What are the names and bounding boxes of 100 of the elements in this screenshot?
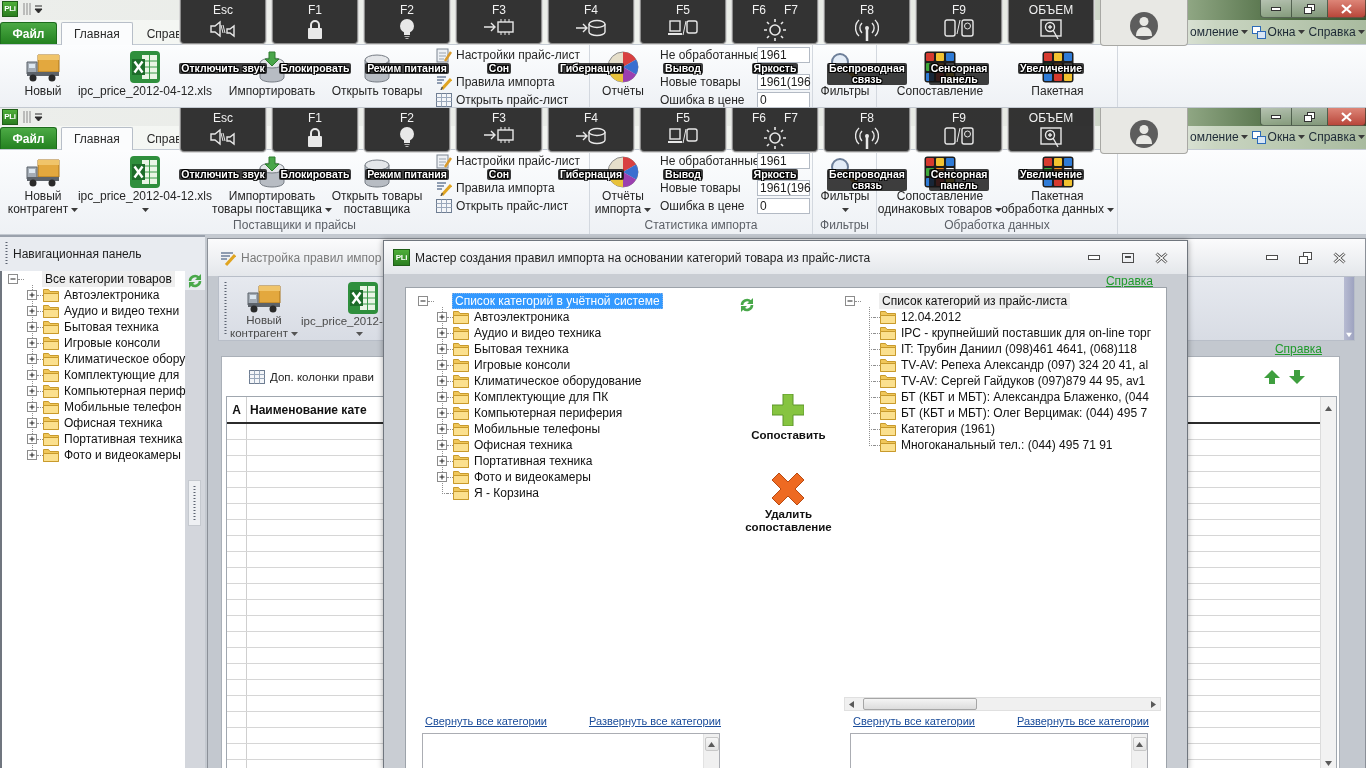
menu-button[interactable]: омление bbox=[1188, 21, 1250, 43]
expand-icon[interactable] bbox=[27, 450, 37, 460]
expand-icon[interactable] bbox=[27, 402, 37, 412]
tree-item[interactable]: Игровые консоли bbox=[471, 357, 574, 373]
tree-item[interactable]: Аудио и видео техни bbox=[61, 303, 183, 319]
close-button[interactable] bbox=[1328, 108, 1366, 126]
ribbon-button[interactable]: Правила импорта bbox=[434, 74, 582, 90]
collapse-icon[interactable] bbox=[845, 296, 855, 306]
minimize-button[interactable] bbox=[1260, 0, 1292, 18]
tree-link[interactable]: Свернуть все категории bbox=[853, 715, 975, 727]
collapse-icon[interactable] bbox=[418, 296, 428, 306]
ribbon-button[interactable]: Отчёты bbox=[602, 85, 644, 98]
count-field[interactable]: 1961 bbox=[757, 47, 810, 63]
restore-button[interactable] bbox=[1292, 108, 1328, 126]
expand-icon[interactable] bbox=[27, 306, 37, 316]
scroll-up-icon[interactable] bbox=[708, 740, 715, 748]
expand-icon[interactable] bbox=[437, 424, 447, 434]
expand-icon[interactable] bbox=[27, 354, 37, 364]
unmatch-button[interactable]: Удалить сопоставление bbox=[745, 473, 832, 534]
ribbon-button[interactable]: Настройки прайс-лист bbox=[434, 153, 582, 169]
tree-item[interactable]: TV-AV: Репеха Александр (097) 324 20 41, al bbox=[898, 357, 1152, 373]
column-header[interactable]: Наименование кате bbox=[250, 397, 367, 422]
match-button[interactable]: Сопоставить bbox=[751, 394, 826, 442]
tree-item[interactable]: Комплектующие для ПК bbox=[471, 389, 612, 405]
up-arrow-icon[interactable] bbox=[1264, 369, 1280, 384]
restore-button[interactable] bbox=[1292, 0, 1328, 18]
ribbon-button[interactable]: Настройки прайс-лист bbox=[434, 47, 582, 63]
collapse-icon[interactable] bbox=[8, 274, 18, 284]
minimize-button[interactable] bbox=[1260, 108, 1292, 126]
expand-icon[interactable] bbox=[27, 290, 37, 300]
toolbar-button[interactable]: ipc_price_2012- bbox=[298, 277, 384, 340]
ribbon-tab[interactable]: Главная bbox=[61, 127, 133, 150]
ribbon-button[interactable]: Импортировать bbox=[228, 85, 316, 98]
expand-icon[interactable] bbox=[437, 344, 447, 354]
menu-button[interactable]: Справка bbox=[1306, 126, 1366, 148]
ribbon-button[interactable]: Правила импорта bbox=[434, 180, 582, 196]
ribbon-button[interactable]: Открыть товары поставщика bbox=[331, 190, 423, 216]
ribbon-button[interactable]: Фильтры bbox=[820, 190, 870, 216]
close-button[interactable] bbox=[1328, 0, 1366, 18]
ribbon-button[interactable]: Новый контрагент bbox=[7, 190, 79, 216]
tree-item[interactable]: Автоэлектроника bbox=[471, 309, 573, 325]
tree-item[interactable]: Мобильные телефоны bbox=[471, 421, 603, 437]
expand-icon[interactable] bbox=[437, 328, 447, 338]
tree-item[interactable]: Список категорий из прайс-листа bbox=[879, 293, 1071, 309]
expand-icon[interactable] bbox=[437, 456, 447, 466]
count-field[interactable]: 1961(196 bbox=[757, 180, 810, 196]
vertical-scrollbar[interactable] bbox=[1320, 397, 1336, 768]
tree-item[interactable]: Игровые консоли bbox=[61, 335, 164, 351]
tree-item[interactable]: Фото и видеокамеры bbox=[61, 447, 184, 463]
ribbon-button[interactable]: Пакетная bbox=[1031, 85, 1084, 98]
expand-icon[interactable] bbox=[27, 322, 37, 332]
expand-icon[interactable] bbox=[437, 312, 447, 322]
file-tab[interactable]: Файл bbox=[0, 127, 57, 149]
count-field[interactable]: 1961 bbox=[757, 153, 810, 169]
tree-link[interactable]: Развернуть все категории bbox=[1016, 715, 1149, 727]
tree-item[interactable]: Офисная техника bbox=[61, 415, 166, 431]
ribbon-button[interactable]: Открыть прайс-лист bbox=[434, 92, 582, 107]
expand-icon[interactable] bbox=[27, 370, 37, 380]
tree-item[interactable]: TV-AV: Сергей Гайдуков (097)879 44 95, av1 bbox=[898, 373, 1149, 389]
ribbon-button[interactable]: Импортировать товары поставщика bbox=[212, 190, 332, 216]
tree-item[interactable]: Портативная техника bbox=[61, 431, 186, 447]
tree-item[interactable]: Фото и видеокамеры bbox=[471, 469, 594, 485]
expand-icon[interactable] bbox=[437, 472, 447, 482]
toolbar-button[interactable]: Новый контрагент bbox=[230, 277, 298, 340]
ribbon-tab[interactable]: Главная bbox=[61, 22, 133, 45]
expand-icon[interactable] bbox=[437, 360, 447, 370]
menu-button[interactable]: омление bbox=[1188, 126, 1250, 148]
expand-icon[interactable] bbox=[437, 440, 447, 450]
tree-item[interactable]: Компьютерная периферия bbox=[471, 405, 626, 421]
tree-item[interactable]: БТ (КБТ и МБТ): Олег Верцимак: (044) 495 7 bbox=[898, 405, 1151, 421]
column-header[interactable]: А bbox=[227, 397, 247, 422]
tree-item[interactable]: Мобильные телефон bbox=[61, 399, 185, 415]
menu-button[interactable]: Окна bbox=[1249, 21, 1307, 43]
ribbon-button[interactable]: Отчёты импорта bbox=[594, 190, 652, 216]
tree-item[interactable]: 12.04.2012 bbox=[898, 309, 965, 325]
menu-button[interactable]: Справка bbox=[1306, 21, 1366, 43]
expand-icon[interactable] bbox=[27, 418, 37, 428]
tree-item[interactable]: IPC - крупнейший поставшик для on-line торг bbox=[898, 325, 1155, 341]
tree-item[interactable]: Комплектующие для bbox=[61, 367, 183, 383]
ribbon-button[interactable]: ipc_price_2012-04-12.xls bbox=[77, 190, 213, 216]
tree-item[interactable]: Я - Корзина bbox=[471, 485, 543, 501]
splitter-grip[interactable] bbox=[188, 480, 201, 526]
file-tab[interactable]: Файл bbox=[0, 22, 57, 44]
tree-item[interactable]: Климатическое оборудование bbox=[471, 373, 645, 389]
ribbon-button[interactable]: Сопоставление одинаковых товаров bbox=[877, 190, 1003, 216]
count-field[interactable]: 0 bbox=[757, 92, 810, 107]
tree-item[interactable]: Категория (1961) bbox=[898, 421, 999, 437]
tree-link[interactable]: Свернуть все категории bbox=[425, 715, 547, 727]
tree-item[interactable]: Бытовая техника bbox=[471, 341, 572, 357]
ribbon-button[interactable]: Сопоставление bbox=[896, 85, 984, 98]
tree-item[interactable]: Бытовая техника bbox=[61, 319, 162, 335]
tree-item[interactable]: Автоэлектроника bbox=[61, 287, 163, 303]
ribbon-button[interactable]: Открыть прайс-лист bbox=[434, 198, 582, 214]
ribbon-button[interactable]: Фильтры bbox=[820, 85, 870, 98]
tree-item[interactable]: Все категории товаров bbox=[42, 271, 175, 287]
ribbon-button[interactable]: Открыть товары bbox=[331, 85, 423, 98]
count-field[interactable]: 1961(196 bbox=[757, 74, 810, 90]
tree-item[interactable]: БТ (КБТ и МБТ): Александра Блаженко, (044 bbox=[898, 389, 1152, 405]
horizontal-scrollbar[interactable] bbox=[844, 697, 1161, 711]
ribbon-button[interactable]: Пакетная обработка данных bbox=[1001, 190, 1114, 216]
